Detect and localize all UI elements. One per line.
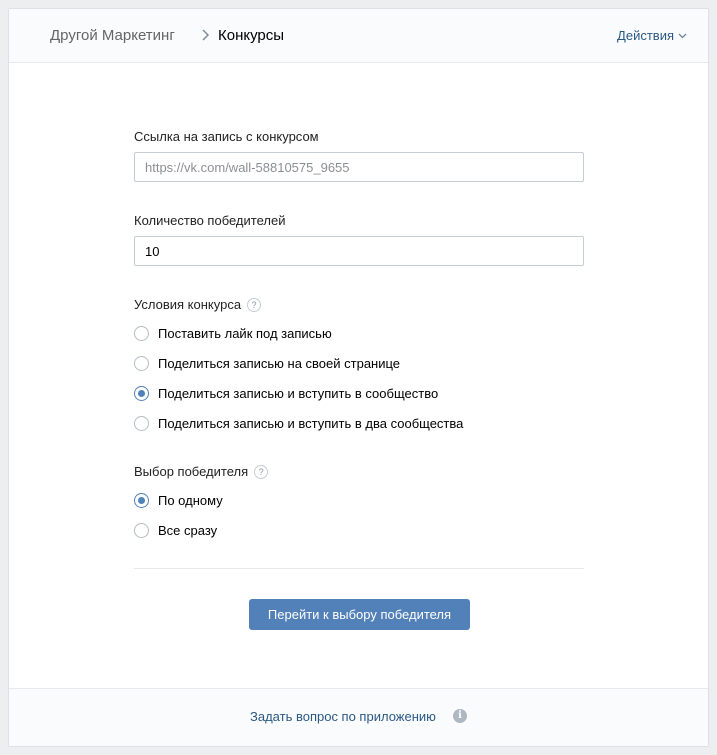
winner-selection-label-text: Выбор победителя	[134, 464, 249, 479]
app-card: Другой Маркетинг Конкурсы Действия Ссылк…	[8, 8, 709, 747]
breadcrumb-current: Конкурсы	[218, 27, 285, 44]
chevron-right-icon	[202, 29, 210, 41]
radio-label: Поделиться записью и вступить в два сооб…	[158, 416, 464, 431]
post-link-input[interactable]	[134, 152, 584, 182]
condition-option-like[interactable]: Поставить лайк под записью	[134, 326, 332, 341]
help-icon[interactable]: ?	[247, 298, 262, 312]
winners-count-label: Количество победителей	[134, 213, 286, 228]
go-to-winner-selection-button[interactable]: Перейти к выбору победителя	[249, 599, 470, 630]
post-link-label: Ссылка на запись с конкурсом	[134, 129, 319, 144]
radio-label: Поставить лайк под записью	[158, 326, 332, 341]
chevron-down-icon	[678, 33, 687, 38]
condition-option-share-join[interactable]: Поделиться записью и вступить в сообщест…	[134, 386, 438, 401]
condition-option-share-join-two[interactable]: Поделиться записью и вступить в два сооб…	[134, 416, 463, 431]
radio-button-checked[interactable]	[134, 386, 149, 401]
radio-button[interactable]	[134, 326, 149, 341]
radio-label: Все сразу	[158, 523, 218, 538]
selection-option-one-by-one[interactable]: По одному	[134, 493, 223, 508]
radio-button[interactable]	[134, 523, 149, 538]
winners-count-input[interactable]	[134, 236, 584, 266]
radio-button-checked[interactable]	[134, 493, 149, 508]
radio-label: Поделиться записью на своей странице	[158, 356, 401, 371]
info-icon[interactable]: i	[453, 709, 467, 723]
breadcrumb-root[interactable]: Другой Маркетинг	[50, 27, 175, 44]
radio-button[interactable]	[134, 356, 149, 371]
actions-menu[interactable]: Действия	[617, 28, 687, 43]
radio-button[interactable]	[134, 416, 149, 431]
footer: Задать вопрос по приложению i	[9, 688, 708, 746]
condition-option-share[interactable]: Поделиться записью на своей странице	[134, 356, 400, 371]
actions-label: Действия	[617, 28, 674, 43]
help-icon[interactable]: ?	[254, 465, 269, 479]
conditions-label-text: Условия конкурса	[134, 297, 242, 312]
header: Другой Маркетинг Конкурсы Действия	[9, 9, 708, 63]
conditions-label: Условия конкурса?	[134, 297, 262, 312]
radio-label: По одному	[158, 493, 223, 508]
ask-question-link[interactable]: Задать вопрос по приложению	[250, 709, 436, 724]
selection-option-all-at-once[interactable]: Все сразу	[134, 523, 217, 538]
winner-selection-label: Выбор победителя?	[134, 464, 269, 479]
divider	[134, 568, 584, 569]
radio-label: Поделиться записью и вступить в сообщест…	[158, 386, 439, 401]
